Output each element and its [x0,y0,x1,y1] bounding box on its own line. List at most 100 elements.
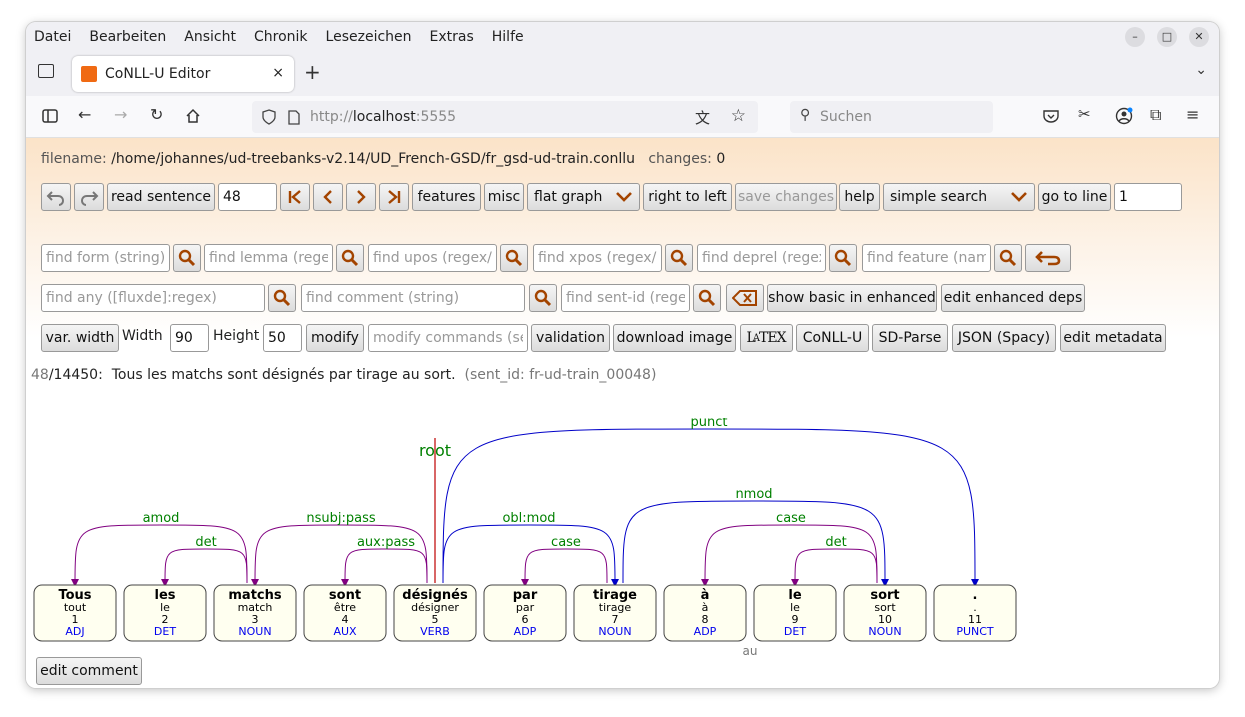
backspace-icon [732,290,757,306]
magnifier-icon [534,289,552,307]
find-form-search-button[interactable] [173,244,201,272]
sd-parse-button[interactable]: SD-Parse [872,324,948,352]
menu-bearbeiten[interactable]: Bearbeiten [89,29,166,45]
close-window-button[interactable]: ✕ [1189,27,1209,47]
undo-button[interactable] [41,183,71,211]
relation-arc-2 [161,548,248,587]
latex-button[interactable]: LATEX [740,324,793,352]
redo-icon [80,191,99,206]
search-mode-select[interactable]: simple search [883,183,1035,211]
find-any-input[interactable] [41,284,265,312]
tab-conllu-editor[interactable]: CoNLL-U Editor × [72,56,294,92]
back-icon[interactable]: ← [78,105,91,124]
maximize-button[interactable]: □ [1157,27,1177,47]
edit-enhanced-deps-button[interactable]: edit enhanced deps [941,284,1085,312]
edit-comment-button[interactable]: edit comment [36,657,142,685]
menu-chronik[interactable]: Chronik [254,29,308,45]
var-width-button[interactable]: var. width [41,324,119,352]
forward-icon[interactable]: → [114,105,127,124]
search-placeholder: Suchen [820,109,872,125]
find-xpos-input[interactable] [533,244,662,272]
find-sent-id-input[interactable] [561,284,690,312]
sentence-text: Tous les matchs sont désignés par tirage… [111,367,456,383]
modify-button[interactable]: modify [306,324,364,352]
previous-sentence-button[interactable] [313,183,343,211]
bookmark-star-icon[interactable]: ☆ [731,106,746,126]
hamburger-menu-icon[interactable]: ≡ [1186,105,1199,124]
changes-count: 0 [716,151,726,167]
tab-close-icon[interactable]: × [272,65,284,81]
filename-path: /home/johannes/ud-treebanks-v2.14/UD_Fre… [111,151,635,167]
find-any-search-button[interactable] [268,284,296,312]
search-return-button[interactable] [1025,244,1071,272]
find-xpos-search-button[interactable] [665,244,693,272]
menu-hilfe[interactable]: Hilfe [492,29,524,45]
screenshot-icon[interactable]: ✂ [1078,105,1091,123]
find-upos-search-button[interactable] [500,244,528,272]
misc-button[interactable]: misc [484,183,524,211]
width-input[interactable] [170,324,209,352]
account-icon[interactable] [1115,107,1133,125]
next-sentence-button[interactable] [346,183,376,211]
help-button[interactable]: help [839,183,880,211]
download-image-button[interactable]: download image [613,324,736,352]
token-upos-6: ADP [514,625,537,638]
reload-icon[interactable]: ↻ [150,105,163,124]
new-tab-button[interactable]: + [304,60,321,84]
page-icon [288,109,300,125]
validation-button[interactable]: validation [531,324,610,352]
url-bar[interactable]: http://localhost:5555 文 ☆ [252,101,758,133]
find-comment-search-button[interactable] [529,284,557,312]
width-label: Width [122,328,163,344]
last-sentence-button[interactable] [379,183,409,211]
read-sentence-button[interactable]: read sentence [107,183,215,211]
find-deprel-search-button[interactable] [829,244,857,272]
sentence-number-input[interactable] [218,183,277,211]
graph-mode-select[interactable]: flat graph [527,183,640,211]
home-icon[interactable] [185,108,201,124]
sidebar-icon[interactable] [42,109,58,123]
find-deprel-input[interactable] [697,244,826,272]
search-bar[interactable]: ⚲ Suchen [790,101,993,133]
menu-ansicht[interactable]: Ansicht [184,29,236,45]
minimize-button[interactable]: – [1125,27,1145,47]
root-label: root [419,441,451,460]
edit-metadata-button[interactable]: edit metadata [1060,324,1166,352]
features-button[interactable]: features [412,183,481,211]
tab-list-icon[interactable] [38,64,54,78]
show-basic-in-enhanced-button[interactable]: show basic in enhanced [767,284,937,312]
save-changes-button[interactable]: save changes [735,183,837,211]
go-to-line-button[interactable]: go to line [1038,183,1111,211]
find-feature-input[interactable] [862,244,991,272]
right-to-left-button[interactable]: right to left [643,183,732,211]
find-upos-input[interactable] [368,244,497,272]
find-sent-id-search-button[interactable] [693,284,721,312]
conllu-button[interactable]: CoNLL-U [796,324,869,352]
find-lemma-search-button[interactable] [336,244,364,272]
tab-title: CoNLL-U Editor [105,66,211,82]
height-input[interactable] [263,324,302,352]
menu-extras[interactable]: Extras [430,29,474,45]
relation-arc-3 [251,524,428,587]
first-sentence-button[interactable] [280,183,310,211]
json-spacy-button[interactable]: JSON (Spacy) [952,324,1056,352]
modify-commands-input[interactable] [368,324,528,352]
menu-lesezeichen[interactable]: Lesezeichen [326,29,412,45]
find-lemma-input[interactable] [204,244,333,272]
magnifier-icon [273,289,291,307]
return-icon [1035,251,1061,266]
clear-search-button[interactable] [726,284,764,312]
menu-datei[interactable]: Datei [34,29,71,45]
pocket-icon[interactable] [1043,109,1059,123]
chevron-down-icon[interactable]: ⌄ [1195,62,1207,78]
magnifier-icon [505,249,523,267]
url-scheme: http:// [310,109,353,125]
find-comment-input[interactable] [301,284,525,312]
line-number-input[interactable] [1114,183,1182,211]
redo-button[interactable] [74,183,104,211]
find-form-input[interactable] [41,244,170,272]
translate-icon[interactable]: 文 [695,107,710,128]
find-feature-search-button[interactable] [994,244,1022,272]
extensions-icon[interactable]: ⧉ [1150,105,1161,125]
token-upos-11: PUNCT [956,625,994,638]
